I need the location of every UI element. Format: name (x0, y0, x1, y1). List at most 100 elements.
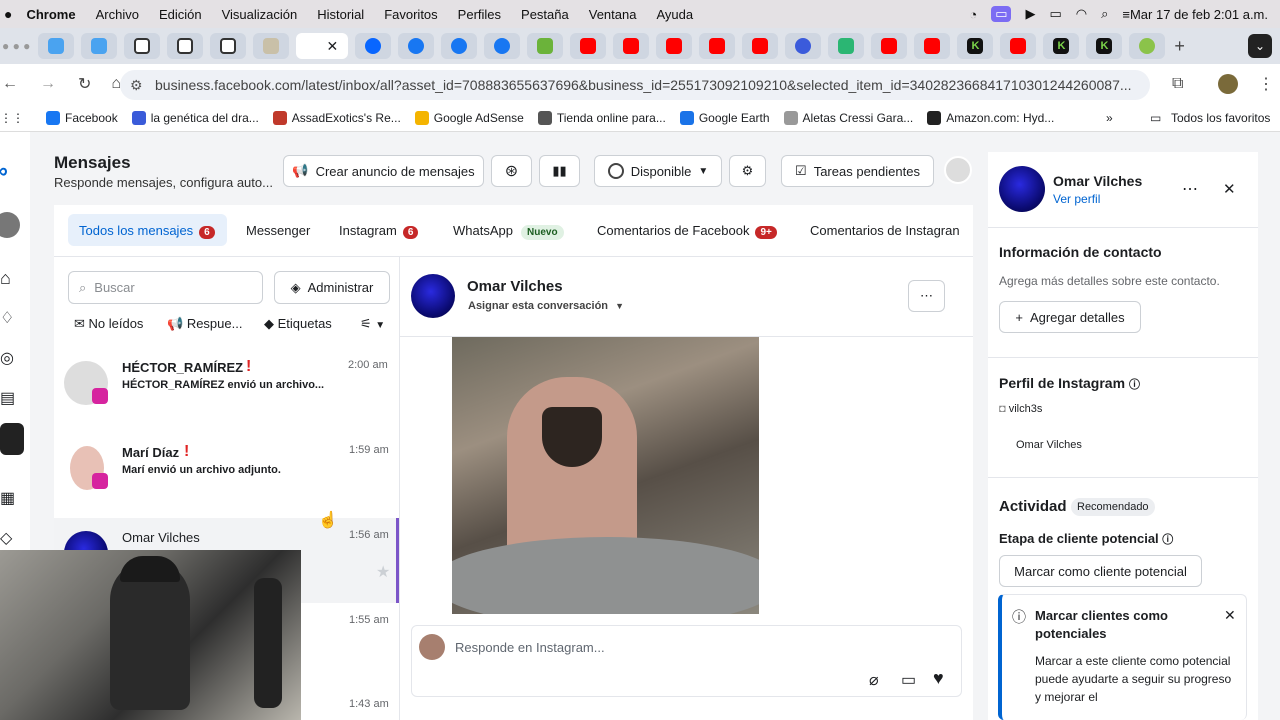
automation-button[interactable]: ⊛ (491, 155, 532, 187)
heart-icon[interactable]: ♥ (933, 668, 944, 689)
tab[interactable] (355, 33, 392, 59)
info-icon[interactable]: ⓘ (1162, 534, 1173, 546)
grid-icon[interactable]: ▦ (0, 488, 15, 508)
settings-button[interactable]: ⚙ (729, 155, 766, 187)
instagram-handle[interactable]: ◘ vilch3s (999, 403, 1042, 415)
tab[interactable] (253, 33, 290, 59)
tab-instagram-comments[interactable]: Comentarios de Instagran (810, 223, 970, 238)
tab[interactable] (914, 33, 951, 59)
all-bookmarks[interactable]: Todos los favoritos (1171, 111, 1270, 125)
tab-all-messages[interactable]: Todos los mensajes 6 (79, 223, 215, 239)
filter-labels[interactable]: ◆ Etiquetas (264, 316, 332, 332)
more-bookmarks-icon[interactable]: » (1106, 111, 1113, 125)
menu-item[interactable]: Ventana (589, 7, 637, 22)
battery-icon[interactable]: ▭ (1049, 6, 1061, 22)
manage-button[interactable]: ◈ Administrar (274, 271, 390, 304)
saved-replies-icon[interactable]: ▭ (901, 670, 916, 690)
bookmark-item[interactable]: Tienda online para... (537, 110, 666, 125)
menu-item[interactable]: Visualización (222, 7, 298, 22)
tab[interactable] (441, 33, 478, 59)
reload-icon[interactable]: ↻ (78, 74, 91, 94)
menu-item[interactable]: Archivo (96, 7, 139, 22)
tab[interactable] (1129, 33, 1166, 59)
tab-messenger[interactable]: Messenger (246, 223, 310, 238)
filter-options[interactable]: ⚟ ▼ (360, 316, 385, 332)
app-name[interactable]: Chrome (26, 7, 75, 22)
bookmark-item[interactable]: la genética del dra... (131, 110, 259, 125)
insights-button[interactable]: ▮▮ (539, 155, 580, 187)
play-icon[interactable]: ▶ (1025, 6, 1035, 22)
tab[interactable] (398, 33, 435, 59)
tag-icon[interactable]: ◇ (0, 528, 12, 548)
tab[interactable]: K (1043, 33, 1080, 59)
tab-search-icon[interactable]: ⌄ (1248, 34, 1272, 58)
tab[interactable] (699, 33, 736, 59)
tab[interactable] (828, 33, 865, 59)
assign-conversation[interactable]: Asignar esta conversación ▼ (468, 300, 624, 312)
back-icon[interactable]: ← (2, 75, 18, 93)
bookmark-item[interactable]: Facebook (46, 110, 118, 125)
menu-item[interactable]: Edición (159, 7, 202, 22)
notifications-icon[interactable]: ♢ (0, 308, 14, 328)
tab-facebook-comments[interactable]: Comentarios de Facebook 9+ (597, 223, 777, 239)
menu-item[interactable]: Favoritos (384, 7, 437, 22)
view-profile-link[interactable]: Ver perfil (1053, 192, 1100, 206)
compass-icon[interactable]: ◎ (0, 348, 14, 368)
add-details-button[interactable]: + Agregar detalles (999, 301, 1141, 333)
search-icon[interactable]: ⌕ (1101, 6, 1108, 22)
tab[interactable] (742, 33, 779, 59)
sync-icon[interactable]: ◔ (969, 7, 977, 22)
inbox-icon-selected[interactable] (0, 423, 24, 455)
tab[interactable] (484, 33, 521, 59)
tab[interactable] (613, 33, 650, 59)
tab[interactable] (871, 33, 908, 59)
menu-item[interactable]: Pestaña (521, 7, 569, 22)
new-tab-icon[interactable]: + (1174, 36, 1185, 57)
tab[interactable] (124, 33, 161, 59)
chat-more-button[interactable]: ⋯ (908, 280, 945, 312)
tab[interactable] (656, 33, 693, 59)
filter-responses[interactable]: 📢 Respue... (167, 316, 242, 332)
tab[interactable] (785, 33, 822, 59)
contact-panel-avatar[interactable] (999, 166, 1045, 212)
star-icon[interactable]: ★ (376, 562, 390, 582)
tab[interactable] (527, 33, 564, 59)
pending-tasks-button[interactable]: ☑ Tareas pendientes (781, 155, 934, 187)
menu-item[interactable]: Ayuda (656, 7, 693, 22)
profile-avatar[interactable] (1218, 74, 1238, 94)
pages-icon[interactable]: ▤ (0, 388, 15, 408)
conversation-item[interactable]: Marí Díaz ! Marí envió un archivo adjunt… (54, 433, 399, 518)
screen-icon[interactable]: ▭ (991, 6, 1012, 22)
apple-icon[interactable]: ● (4, 6, 12, 22)
page-avatar[interactable] (944, 156, 972, 184)
bookmark-item[interactable]: Google AdSense (414, 110, 524, 125)
search-field[interactable]: ⌕ Buscar (68, 271, 263, 304)
bookmark-item[interactable]: Aletas Cressi Gara... (783, 110, 913, 125)
window-controls[interactable]: ● ● ● (2, 39, 30, 53)
filter-unread[interactable]: ✉ No leídos (74, 316, 143, 332)
menu-item[interactable]: Perfiles (458, 7, 501, 22)
menu-item[interactable]: Historial (317, 7, 364, 22)
tab-active[interactable]: ✕ (296, 33, 349, 59)
meta-logo-icon[interactable]: ∞ (0, 158, 8, 184)
datetime[interactable]: Mar 17 de feb 2:01 a.m. (1130, 7, 1268, 22)
extensions-icon[interactable]: ⧉ (1172, 75, 1183, 93)
tab[interactable] (1000, 33, 1037, 59)
availability-dropdown[interactable]: Disponible ▼ (594, 155, 722, 187)
home-icon[interactable]: ⌂ (0, 268, 11, 289)
mark-lead-button[interactable]: Marcar como cliente potencial (999, 555, 1202, 587)
create-ad-button[interactable]: 📢 Crear anuncio de mensajes (283, 155, 484, 187)
wifi-icon[interactable]: ◠ (1076, 6, 1087, 22)
folder-icon[interactable]: ▭ (1150, 111, 1161, 125)
chat-avatar[interactable] (411, 274, 455, 318)
tab[interactable] (570, 33, 607, 59)
tab-instagram[interactable]: Instagram 6 (339, 223, 419, 239)
tab-whatsapp[interactable]: WhatsApp Nuevo (453, 223, 564, 240)
chat-contact-name[interactable]: Omar Vilches (467, 278, 563, 295)
url-field[interactable]: ⚙ business.facebook.com/latest/inbox/all?… (120, 70, 1150, 100)
close-icon[interactable]: ✕ (1224, 607, 1236, 624)
tab[interactable]: K (1086, 33, 1123, 59)
reply-box[interactable]: Responde en Instagram... ⌀ ▭ ♥ (411, 625, 962, 697)
info-icon[interactable]: ⓘ (1129, 379, 1140, 391)
tab[interactable] (210, 33, 247, 59)
